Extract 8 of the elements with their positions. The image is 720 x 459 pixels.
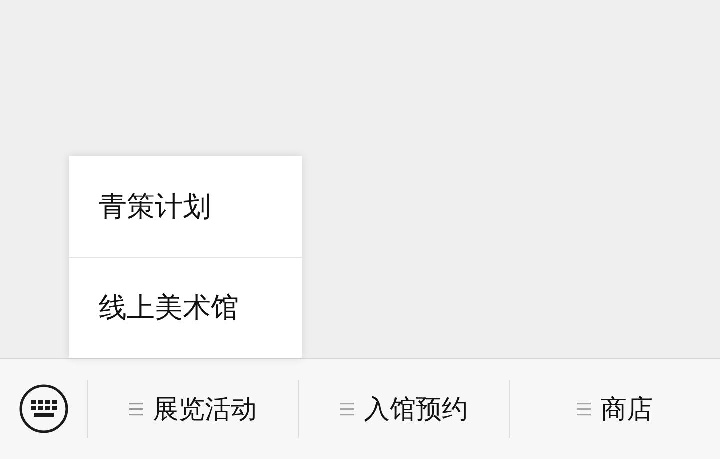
menu-icon [129, 402, 143, 416]
menu-icon [340, 402, 354, 416]
submenu-item[interactable]: 线上美术馆 [69, 257, 302, 358]
keyboard-icon[interactable] [18, 384, 68, 434]
menu-button[interactable]: 入馆预约 [332, 382, 476, 436]
submenu-item[interactable]: 青策计划 [69, 156, 302, 257]
menu-button[interactable]: 商店 [569, 382, 661, 436]
menu-icon [577, 402, 591, 416]
